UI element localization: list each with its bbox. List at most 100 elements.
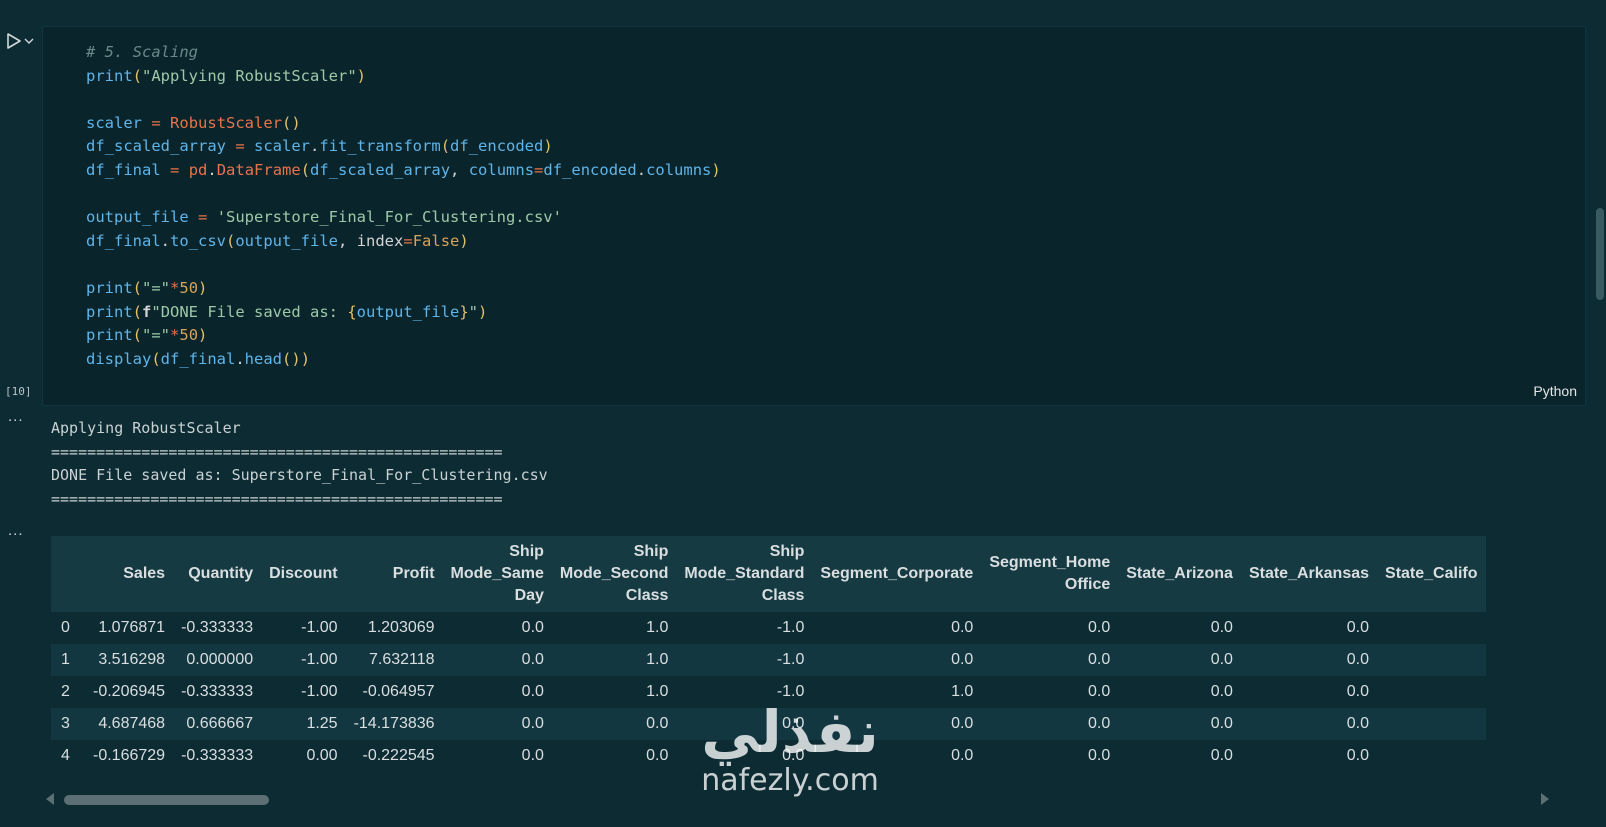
- table-cell: 0.0: [521, 715, 544, 732]
- output-line: ========================================…: [51, 489, 503, 508]
- column-header: State_Arizona: [1118, 536, 1241, 612]
- table-cell: 0.0: [1210, 651, 1233, 668]
- table-cell: -1.0: [776, 651, 805, 668]
- table-cell: 0.0: [1088, 651, 1111, 668]
- code-line: scaler = RobustScaler(): [86, 113, 301, 132]
- code-editor[interactable]: # 5. Scaling print("Applying RobustScale…: [86, 41, 721, 371]
- column-header: Sales: [85, 536, 174, 612]
- code-line: df_scaled_array = scaler.fit_transform(d…: [86, 137, 553, 156]
- column-header: State_Califo: [1377, 536, 1486, 612]
- column-header: Ship Mode_Second Class: [551, 536, 677, 612]
- table-cell: 0.0: [1346, 651, 1370, 668]
- code-line: print("Applying RobustScaler"): [86, 66, 366, 85]
- vertical-scrollbar-thumb[interactable]: [1596, 208, 1604, 300]
- column-header: Quantity: [173, 536, 262, 612]
- table-cell: 1.0: [646, 619, 669, 636]
- output-more-icon[interactable]: ...: [8, 408, 24, 425]
- nafezly-watermark: نفذلي nafezly.com: [690, 700, 890, 798]
- table-cell: -0.333333: [181, 683, 254, 700]
- row-index: 3: [61, 715, 70, 732]
- code-line: print(f"DONE File saved as: {output_file…: [86, 302, 488, 321]
- code-line: # 5. Scaling: [86, 43, 198, 61]
- watermark-arabic-text: نفذلي: [701, 698, 879, 766]
- table-cell: 0.00: [306, 747, 338, 764]
- cell-output-text: Applying RobustScaler ==================…: [51, 417, 548, 511]
- table-header: Sales Quantity Discount Profit Ship Mode_Same…: [51, 536, 1486, 612]
- table-cell: 3.516298: [98, 651, 166, 668]
- table-cell: 1.203069: [367, 619, 435, 636]
- table-cell: -1.0: [776, 619, 805, 636]
- table-cell: -1.00: [301, 683, 338, 700]
- table-cell: -14.173836: [353, 715, 435, 732]
- table-cell: -0.206945: [93, 683, 166, 700]
- table-cell: 0.0: [646, 747, 669, 764]
- code-line: print("="*50): [86, 326, 208, 345]
- row-index: 4: [61, 747, 70, 764]
- code-cell[interactable]: # 5. Scaling print("Applying RobustScale…: [42, 26, 1586, 406]
- table-cell: 4.687468: [98, 715, 166, 732]
- table-cell: 1.0: [646, 651, 669, 668]
- table-cell: 0.0: [1346, 715, 1370, 732]
- table-cell: -0.222545: [362, 747, 435, 764]
- table-cell: 0.0: [1088, 747, 1111, 764]
- table-row: 1 3.516298 0.000000 -1.00 7.632118 0.0 1.0 -1.0…: [51, 644, 1486, 676]
- column-header: Profit: [345, 536, 443, 612]
- table-cell: 1.0: [646, 683, 669, 700]
- scroll-right-arrow-icon[interactable]: [1541, 793, 1549, 805]
- table-cell: 0.0: [951, 619, 974, 636]
- scroll-left-arrow-icon[interactable]: [46, 793, 54, 805]
- output-line: Applying RobustScaler: [51, 419, 241, 437]
- table-cell: 0.000000: [186, 651, 254, 668]
- table-cell: 0.0: [1088, 619, 1111, 636]
- code-line: df_final = pd.DataFrame(df_scaled_array,…: [86, 160, 721, 179]
- code-line: display(df_final.head()): [86, 349, 311, 368]
- run-cell-button[interactable]: [6, 32, 34, 50]
- table-cell: [1377, 644, 1485, 676]
- table-cell: 0.0: [521, 683, 544, 700]
- watermark-latin-text: nafezly.com: [701, 763, 879, 798]
- table-cell: 0.0: [1210, 747, 1233, 764]
- output-more-icon-2[interactable]: ...: [8, 522, 24, 539]
- table-cell: 0.0: [1210, 683, 1233, 700]
- table-cell: 0.0: [1346, 619, 1370, 636]
- code-line: output_file = 'Superstore_Final_For_Clus…: [86, 208, 562, 227]
- table-cell: -0.166729: [93, 747, 166, 764]
- table-cell: 0.0: [1210, 619, 1233, 636]
- table-cell: 0.0: [1088, 683, 1111, 700]
- execution-count: [10]: [5, 385, 32, 398]
- row-index: 2: [61, 683, 70, 700]
- table-cell: [1377, 676, 1485, 708]
- table-cell: 0.0: [1088, 715, 1111, 732]
- column-header: Ship Mode_Standard Class: [676, 536, 813, 612]
- column-header: Segment_Home Office: [981, 536, 1119, 612]
- table-row: 0 1.076871 -0.333333 -1.00 1.203069 0.0 1.0 -1.…: [51, 612, 1486, 644]
- code-line: print("="*50): [86, 278, 208, 297]
- table-cell: 0.0: [951, 651, 974, 668]
- output-line: ========================================…: [51, 442, 503, 461]
- table-cell: -1.00: [301, 651, 338, 668]
- table-cell: 0.0: [1210, 715, 1233, 732]
- output-line: DONE File saved as: Superstore_Final_For…: [51, 466, 548, 484]
- table-cell: -0.333333: [181, 747, 254, 764]
- index-header: [51, 536, 85, 612]
- table-cell: 0.666667: [186, 715, 254, 732]
- table-cell: 0.0: [521, 747, 544, 764]
- table-cell: -0.333333: [181, 619, 254, 636]
- table-cell: 1.076871: [98, 619, 166, 636]
- table-cell: 0.0: [521, 619, 544, 636]
- table-cell: 0.0: [1346, 747, 1370, 764]
- table-cell: 7.632118: [369, 651, 435, 668]
- table-cell: 0.0: [1346, 683, 1370, 700]
- run-cell-icon: [7, 33, 21, 49]
- chevron-down-icon[interactable]: [24, 37, 34, 45]
- column-header: State_Arkansas: [1240, 536, 1378, 612]
- horizontal-scrollbar-thumb[interactable]: [64, 795, 269, 805]
- table-cell: 0.0: [521, 651, 544, 668]
- row-index: 0: [61, 619, 70, 636]
- table-cell: -0.064957: [362, 683, 435, 700]
- column-header: Discount: [261, 536, 346, 612]
- column-header: Segment_Corporate: [812, 536, 982, 612]
- code-line: df_final.to_csv(output_file, index=False…: [86, 231, 469, 250]
- table-cell: 1.25: [306, 715, 338, 732]
- cell-language-label[interactable]: Python: [1533, 383, 1577, 399]
